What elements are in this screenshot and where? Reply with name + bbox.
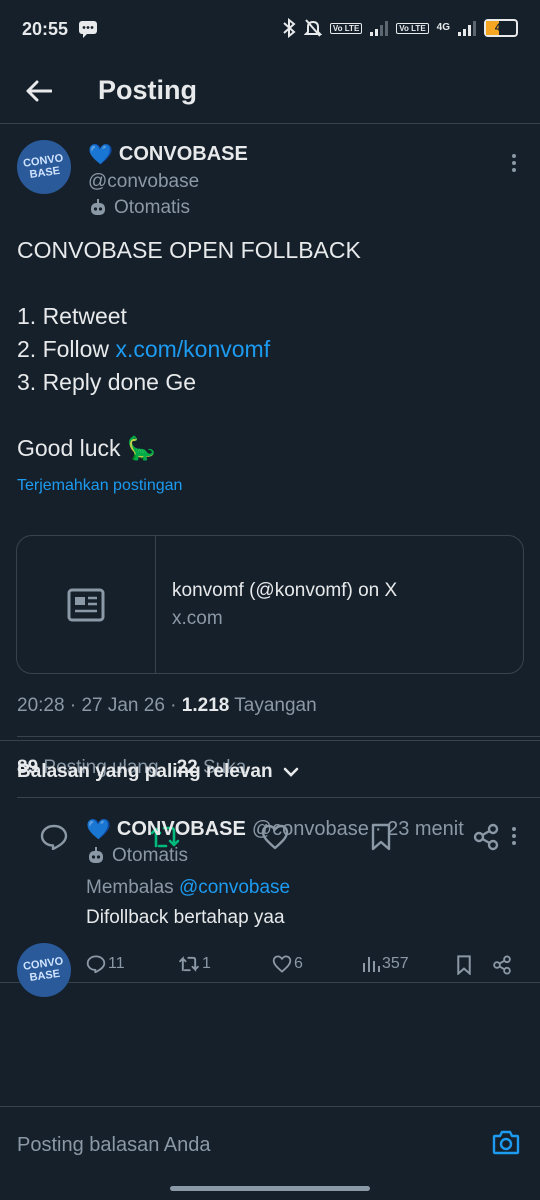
back-button[interactable] <box>0 80 78 102</box>
volte-icon-2: Vo LTE <box>396 22 429 34</box>
reply-automated-label: Otomatis <box>86 845 188 867</box>
reply-reply-button[interactable]: 11 <box>86 955 125 973</box>
analytics-icon <box>363 957 380 972</box>
automated-label: Otomatis <box>88 197 248 219</box>
network-type: 4G <box>436 22 450 33</box>
replying-to: Membalas @convobase <box>86 877 291 898</box>
post-author: 💙 CONVOBASE @convobase Otomatis <box>88 142 248 219</box>
link-card[interactable]: konvomf (@konvomf) on X x.com <box>16 535 524 674</box>
chevron-down-icon <box>283 767 298 777</box>
status-bar: 20:55 Vo LTE Vo LTE 4G 44 <box>0 0 540 58</box>
divider <box>17 736 540 737</box>
heart-emoji: 💙 <box>86 819 111 841</box>
replies-sort-label: Balasan yang paling relevan <box>17 761 273 782</box>
views-count: 1.218 <box>181 695 230 716</box>
replies-sort-dropdown[interactable]: Balasan yang paling relevan <box>0 740 540 803</box>
translate-post-link[interactable]: Terjemahkan postingan <box>17 477 182 495</box>
heart-icon <box>272 955 292 973</box>
reply-header: 💙 CONVOBASE @convobase · 23 menit <box>86 817 464 842</box>
heart-emoji: 💙 <box>88 144 113 166</box>
home-indicator[interactable] <box>170 1186 370 1191</box>
share-icon <box>493 955 511 975</box>
reply-display-name[interactable]: CONVOBASE <box>117 818 246 841</box>
author-name[interactable]: 💙 CONVOBASE <box>88 142 248 167</box>
card-thumbnail <box>17 536 156 673</box>
arrow-left-icon <box>26 80 52 101</box>
avatar[interactable]: CONVO BASE <box>17 140 71 194</box>
camera-button[interactable] <box>492 1129 520 1155</box>
card-domain: x.com <box>172 607 223 629</box>
reply-like-button[interactable]: 6 <box>272 955 303 973</box>
post-text: CONVOBASE OPEN FOLLBACK 1. Retweet 2. Fo… <box>17 237 361 461</box>
status-time: 20:55 <box>22 18 69 39</box>
reply-actions: 11 1 6 357 <box>86 955 526 981</box>
reply-share-button[interactable] <box>492 955 512 975</box>
reply-handle[interactable]: @convobase <box>252 818 369 841</box>
bookmark-icon <box>457 955 471 975</box>
reply-item[interactable]: CONVO BASE 💙 CONVOBASE @convobase · 23 m… <box>0 803 540 997</box>
card-title: konvomf (@konvomf) on X <box>172 579 398 601</box>
reply-avatar[interactable]: CONVO BASE <box>17 943 71 997</box>
comment-icon <box>86 955 106 973</box>
robot-icon <box>91 199 105 215</box>
message-icon <box>78 20 98 38</box>
article-icon <box>67 588 105 621</box>
volte-icon: Vo LTE <box>329 22 363 34</box>
signal-icon <box>370 20 389 36</box>
post-link[interactable]: x.com/konvomf <box>115 336 270 362</box>
bluetooth-icon <box>282 18 296 38</box>
top-app-bar: Posting <box>0 58 540 124</box>
robot-icon <box>89 847 103 863</box>
reply-bookmark-button[interactable] <box>456 955 472 975</box>
reply-text: Difollback bertahap yaa <box>86 907 285 928</box>
author-handle[interactable]: @convobase <box>88 171 248 193</box>
battery-icon: 44 <box>484 19 518 37</box>
more-options-button[interactable] <box>512 154 518 172</box>
replying-to-handle[interactable]: @convobase <box>179 877 290 898</box>
compose-placeholder: Posting balasan Anda <box>17 1134 211 1156</box>
repost-icon <box>179 956 199 972</box>
signal-icon-2 <box>458 20 476 36</box>
display-name: CONVOBASE <box>118 143 248 165</box>
camera-icon <box>492 1130 520 1155</box>
mute-icon <box>303 18 322 38</box>
page-title: Posting <box>98 75 197 105</box>
reply-more-options-button[interactable] <box>512 827 518 845</box>
post-timestamp: 20:28 · 27 Jan 26 · 1.218 Tayangan <box>17 695 317 716</box>
reply-views-button[interactable]: 357 <box>362 955 409 973</box>
reply-time: · 23 menit <box>374 818 464 840</box>
reply-repost-button[interactable]: 1 <box>178 955 211 973</box>
reply-compose-input[interactable]: Posting balasan Anda <box>0 1106 540 1184</box>
